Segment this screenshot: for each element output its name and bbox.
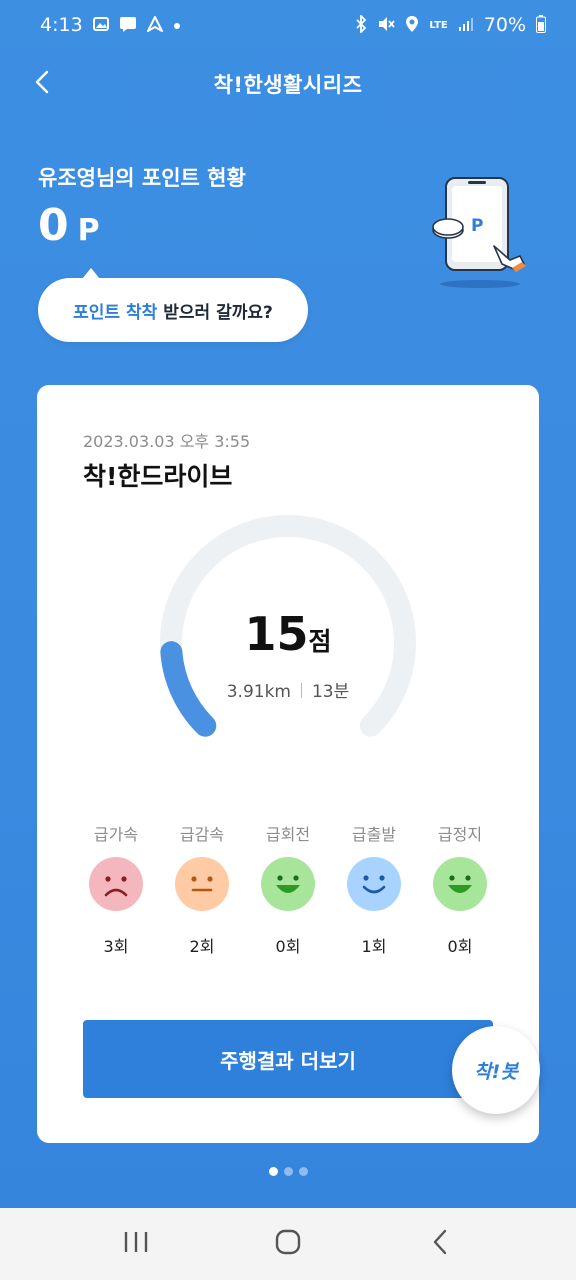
happy-face-icon [433,857,487,911]
points-value: 0P [38,200,101,251]
behavior-label: 급정지 [437,825,483,844]
behavior-label: 급감속 [179,825,225,844]
system-back-button[interactable] [410,1214,470,1274]
bubble-text: 받으러 갈까요? [163,302,273,323]
signal-icon [458,16,474,35]
score-display: 15점 [37,607,539,661]
behavior-item: 급출발 1회 [341,821,407,957]
page-title: 착!한생활시리즈 [213,73,363,97]
points-number: 0 [38,200,70,251]
home-icon [275,1229,301,1259]
bluetooth-icon [355,13,367,36]
earn-points-bubble[interactable]: 포인트 착착 받으러 갈까요? [38,268,308,342]
behavior-item: 급회전 0회 [255,821,321,957]
trip-summary: 3.91km 13분 [37,677,539,702]
behavior-item: 급감속 2회 [169,821,235,957]
bubble-highlight: 포인트 착착 [73,302,158,323]
behavior-count: 3회 [103,937,129,956]
happy-face-icon [261,857,315,911]
page-dot[interactable] [268,1167,278,1176]
behavior-count: 0회 [447,937,473,956]
status-time: 4:13 [40,14,83,36]
notification-dot-icon [173,17,181,33]
drive-result-card: 2023.03.03 오후 3:55 착!한드라이브 15점 3.91km 13분… [37,385,539,1143]
back-arrow-icon [432,1229,448,1259]
coin-label: P [471,216,484,236]
network-type: LTE [429,19,448,31]
smile-face-icon [347,857,401,911]
behavior-count: 1회 [361,937,387,956]
sad-face-icon [89,857,143,911]
behavior-list: 급가속 3회 급감속 2회 급회전 0회 급출발 1회 급정지 0회 [83,821,493,957]
system-nav-bar [0,1208,576,1280]
trip-duration: 13분 [311,682,350,702]
more-results-button[interactable]: 주행결과 더보기 [83,1020,493,1098]
drive-title: 착!한드라이브 [83,462,233,491]
back-button[interactable] [22,64,62,104]
status-left: 4:13 [40,14,181,36]
points-unit: P [77,213,101,248]
trip-distance: 3.91km [226,682,291,702]
battery-icon [536,14,546,36]
behavior-label: 급가속 [93,825,139,844]
status-right: LTE 70% [355,13,546,36]
behavior-count: 0회 [275,937,301,956]
recents-icon [123,1230,149,1258]
page-dot[interactable] [298,1167,308,1176]
mute-icon [377,15,396,36]
message-icon [119,16,137,35]
neutral-face-icon [175,857,229,911]
chevron-left-icon [34,70,50,98]
page-dot[interactable] [283,1167,293,1176]
behavior-label: 급출발 [351,825,397,844]
behavior-count: 2회 [189,937,215,956]
status-bar: 4:13 LTE 70% [0,0,576,50]
gallery-icon [92,16,109,35]
recents-button[interactable] [106,1214,166,1274]
behavior-item: 급가속 3회 [83,821,149,957]
app-bar: 착!한생활시리즈 [0,54,576,114]
drive-date: 2023.03.03 오후 3:55 [83,432,251,451]
location-icon [405,15,419,36]
score-value: 15 [244,607,309,661]
behavior-item: 급정지 0회 [427,821,493,957]
home-button[interactable] [258,1214,318,1274]
score-unit: 점 [308,627,332,656]
page-indicator [0,1167,576,1176]
points-label: 유조영님의 포인트 현황 [38,166,246,190]
navigation-icon [146,15,163,35]
chatbot-button[interactable]: 착!봇 [452,1026,540,1114]
behavior-label: 급회전 [265,825,311,844]
trip-divider [300,683,302,698]
battery-percent: 70% [483,14,526,36]
phone-point-illustration: P [424,172,534,290]
